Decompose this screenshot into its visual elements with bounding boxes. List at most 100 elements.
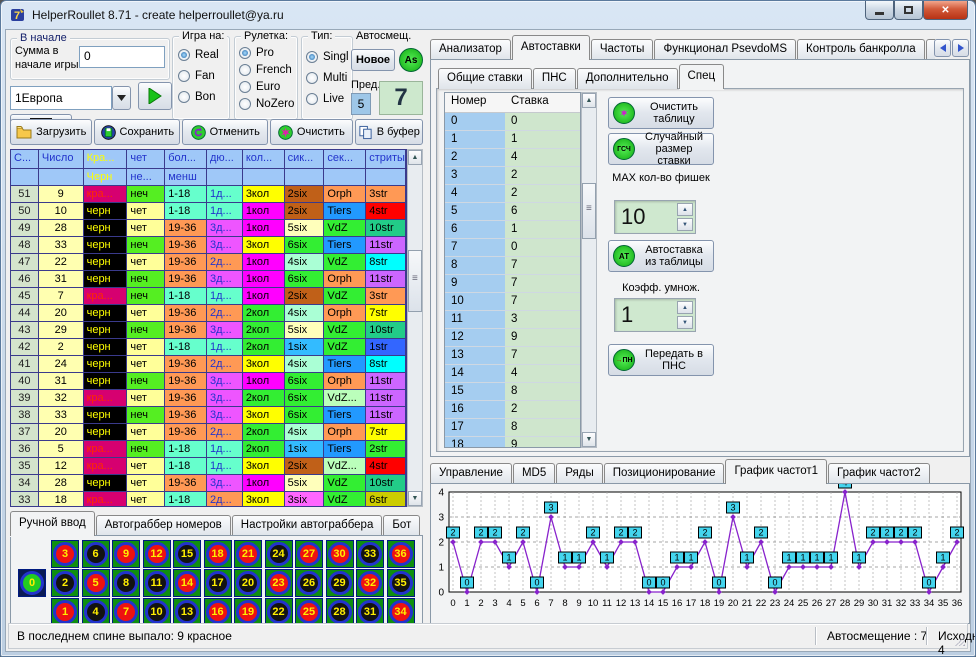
table-row[interactable]: 3720чернчет19-362д...2кол4sixOrph7str <box>11 424 406 441</box>
table-row[interactable]: 3932кра...чет19-363д...2кол6sixVdZ...11s… <box>11 390 406 407</box>
bets-row[interactable]: 32 <box>445 167 580 185</box>
coef-spinner[interactable]: 1 ▲▼ <box>614 298 696 332</box>
bets-row[interactable]: 178 <box>445 419 580 437</box>
number-button-9[interactable]: 9 <box>112 540 140 568</box>
radio-option-Bon[interactable]: Bon <box>178 91 219 103</box>
radio-option-NoZero[interactable]: NoZero <box>239 98 294 110</box>
scroll-down-icon[interactable]: ▼ <box>408 491 422 506</box>
random-stake-button[interactable]: ГСЧ Случайный размер ставки <box>608 133 714 165</box>
table-row[interactable]: 4833черннеч19-363д...3кол6sixTiers11str <box>11 237 406 254</box>
game-select-dropdown-button[interactable] <box>112 86 131 110</box>
history-table-scrollbar[interactable]: ▲ ▼ <box>407 149 423 507</box>
tabs-scroll-left-button[interactable] <box>934 39 951 57</box>
number-button-34[interactable]: 34 <box>387 598 415 626</box>
sub-tab-ПНС[interactable]: ПНС <box>533 68 576 89</box>
as-button[interactable]: As <box>399 48 423 72</box>
radio-icon[interactable] <box>178 91 190 103</box>
number-button-29[interactable]: 29 <box>326 569 354 597</box>
table-row[interactable]: Чернне...менш <box>11 169 406 186</box>
radio-icon[interactable] <box>306 93 318 105</box>
bets-row[interactable]: 97 <box>445 275 580 293</box>
spin-up-icon[interactable]: ▲ <box>677 203 693 216</box>
tabs-scroll-right-button[interactable] <box>952 39 969 57</box>
table-row[interactable]: 4928чернчет19-363д...1кол5sixVdZ10str <box>11 220 406 237</box>
number-button-15[interactable]: 15 <box>173 540 201 568</box>
table-row[interactable]: 3833черннеч19-363д...3кол6sixTiers11str <box>11 407 406 424</box>
number-button-31[interactable]: 31 <box>356 598 384 626</box>
tab-Автограббер номеров[interactable]: Автограббер номеров <box>96 515 231 536</box>
table-row[interactable]: С...ЧислоКра...четбол...дю...кол...сик..… <box>11 150 406 169</box>
number-button-19[interactable]: 19 <box>234 598 262 626</box>
game-select[interactable]: 1Европа <box>10 86 112 110</box>
number-button-6[interactable]: 6 <box>82 540 110 568</box>
number-button-35[interactable]: 35 <box>387 569 415 597</box>
table-row[interactable]: 4031черннеч19-363д...1кол6sixOrph11str <box>11 373 406 390</box>
number-button-18[interactable]: 18 <box>204 540 232 568</box>
radio-icon[interactable] <box>239 47 251 59</box>
resize-grip[interactable] <box>955 636 965 646</box>
table-row[interactable]: 3512кра...чет1-181д...3кол2sixVdZ...4str <box>11 458 406 475</box>
number-button-32[interactable]: 32 <box>356 569 384 597</box>
bets-row[interactable]: 162 <box>445 401 580 419</box>
table-row[interactable]: 3428чернчет19-363д...1кол5sixVdZ10str <box>11 475 406 492</box>
table-row[interactable]: 457кра...неч1-181д...1кол2sixVdZ3str <box>11 288 406 305</box>
radio-icon[interactable] <box>239 98 251 110</box>
undo-button[interactable]: Отменить <box>182 119 268 145</box>
max-chips-spinner[interactable]: 10 ▲▼ <box>614 200 696 234</box>
minimize-button[interactable] <box>865 1 894 20</box>
table-row[interactable]: 4722чернчет19-362д...1кол4sixVdZ8str <box>11 254 406 271</box>
number-button-33[interactable]: 33 <box>356 540 384 568</box>
table-row[interactable]: 5010чернчет1-181д...1кол2sixTiers4str <box>11 203 406 220</box>
radio-option-Singl[interactable]: Singl <box>306 51 349 63</box>
number-button-24[interactable]: 24 <box>265 540 293 568</box>
radio-option-Real[interactable]: Real <box>178 49 219 61</box>
number-button-25[interactable]: 25 <box>295 598 323 626</box>
bets-row[interactable]: 11 <box>445 131 580 149</box>
number-button-17[interactable]: 17 <box>204 569 232 597</box>
scroll-down-icon[interactable]: ▼ <box>582 432 596 447</box>
number-button-0[interactable]: 0 <box>18 569 46 597</box>
bets-row[interactable]: 107 <box>445 293 580 311</box>
number-button-22[interactable]: 22 <box>265 598 293 626</box>
number-button-36[interactable]: 36 <box>387 540 415 568</box>
history-table[interactable]: С...ЧислоКра...четбол...дю...кол...сик..… <box>10 149 407 507</box>
autobet-from-table-button[interactable]: АТ Автоставка из таблицы <box>608 240 714 272</box>
number-button-1[interactable]: 1 <box>51 598 79 626</box>
bets-row[interactable]: 56 <box>445 203 580 221</box>
radio-option-Euro[interactable]: Euro <box>239 81 294 93</box>
bets-scrollbar[interactable]: ▲ ▼ <box>581 92 597 448</box>
radio-option-Pro[interactable]: Pro <box>239 47 294 59</box>
table-row[interactable]: 4631черннеч19-363д...1кол6sixOrph11str <box>11 271 406 288</box>
sub-tab-Дополнительно[interactable]: Дополнительно <box>577 68 678 89</box>
bets-row[interactable]: 189 <box>445 437 580 448</box>
number-button-28[interactable]: 28 <box>326 598 354 626</box>
table-row[interactable]: 422чернчет1-181д...2кол1sixVdZ1str <box>11 339 406 356</box>
clear-button[interactable]: Очистить <box>270 119 352 145</box>
table-row[interactable]: 3318кра...чет1-182д...3кол3sixVdZ6str <box>11 492 406 507</box>
number-button-26[interactable]: 26 <box>295 569 323 597</box>
bets-table[interactable]: Номер Ставка 001124324256617087971071131… <box>444 92 581 448</box>
radio-icon[interactable] <box>178 70 190 82</box>
chart-tab-График частот1[interactable]: График частот1 <box>725 459 827 484</box>
table-row[interactable]: 4420чернчет19-362д...2кол4sixOrph7str <box>11 305 406 322</box>
new-button[interactable]: Новое <box>351 49 395 71</box>
radio-icon[interactable] <box>239 81 251 93</box>
radio-icon[interactable] <box>306 51 318 63</box>
play-button[interactable] <box>138 82 172 110</box>
scroll-up-icon[interactable]: ▲ <box>408 150 422 165</box>
main-tab-Контроль банкролла[interactable]: Контроль банкролла <box>797 39 925 60</box>
bets-row[interactable]: 144 <box>445 365 580 383</box>
save-button[interactable]: Сохранить <box>94 119 180 145</box>
clear-table-button[interactable]: Очистить таблицу <box>608 97 714 129</box>
scroll-up-icon[interactable]: ▲ <box>582 93 596 108</box>
table-row[interactable]: 365кра...неч1-181д...2кол1sixTiers2str <box>11 441 406 458</box>
spin-down-icon[interactable]: ▼ <box>677 218 693 231</box>
number-button-14[interactable]: 14 <box>173 569 201 597</box>
radio-option-Live[interactable]: Live <box>306 93 349 105</box>
bets-row[interactable]: 42 <box>445 185 580 203</box>
main-tab-Частоты[interactable]: Частоты <box>591 39 654 60</box>
radio-option-French[interactable]: French <box>239 64 294 76</box>
number-button-27[interactable]: 27 <box>295 540 323 568</box>
spin-down-icon[interactable]: ▼ <box>677 316 693 329</box>
table-row[interactable]: 4124чернчет19-362д...3кол4sixTiers8str <box>11 356 406 373</box>
